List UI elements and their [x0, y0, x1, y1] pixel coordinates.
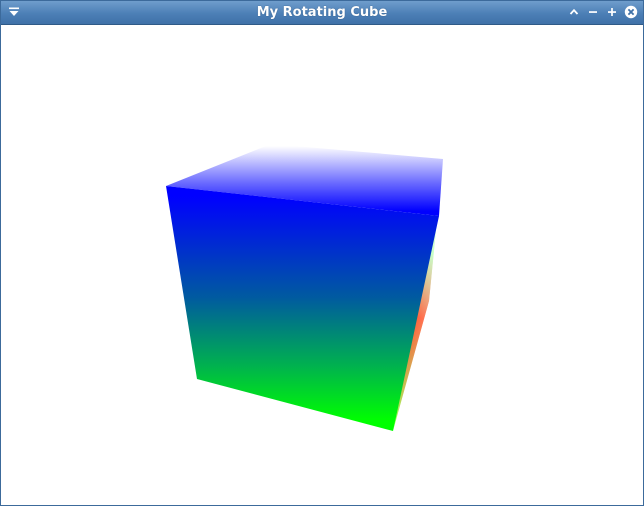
- minimize-button[interactable]: [584, 3, 601, 21]
- app-window: My Rotating Cube: [0, 0, 644, 506]
- cube-front-face: [166, 186, 439, 431]
- chevron-menu-icon: [9, 7, 19, 16]
- window-menu-button[interactable]: [5, 3, 23, 21]
- window-controls: [565, 3, 639, 21]
- plus-icon: [607, 8, 616, 16]
- title-bar[interactable]: My Rotating Cube: [1, 1, 643, 25]
- rotating-cube: [166, 144, 443, 431]
- close-circle-icon: [624, 5, 637, 19]
- maximize-button[interactable]: [603, 3, 620, 21]
- close-button[interactable]: [622, 3, 639, 21]
- shade-button[interactable]: [565, 3, 582, 21]
- window-title: My Rotating Cube: [256, 5, 388, 20]
- render-canvas[interactable]: [1, 25, 643, 505]
- caret-up-icon: [569, 8, 578, 15]
- minus-icon: [588, 11, 597, 13]
